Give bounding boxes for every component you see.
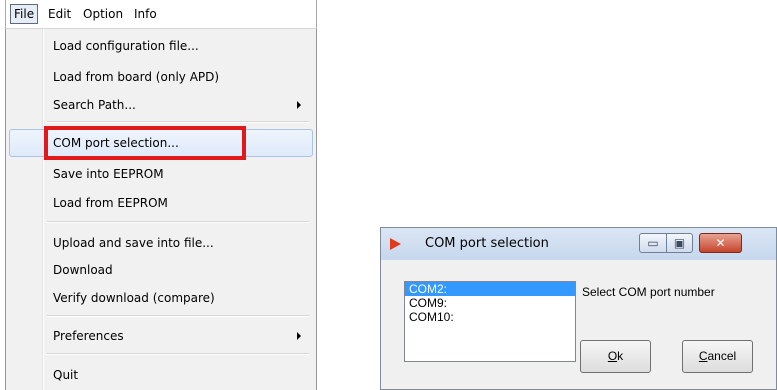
com-port-dialog: COM port selection ▭ ▣ ✕ COM2: COM9: COM… — [380, 227, 777, 390]
menu-item-label: Save into EEPROM — [53, 167, 164, 181]
menu-item-label: Search Path... — [53, 98, 136, 112]
minimize-icon: ▭ — [647, 236, 659, 250]
file-menu-dropdown: Load configuration file... Load from boa… — [5, 29, 317, 390]
close-button[interactable]: ✕ — [699, 233, 742, 253]
menu-separator — [47, 315, 309, 317]
highlight-annotation-box — [44, 126, 246, 160]
menu-item-quit[interactable]: Quit — [9, 361, 313, 389]
menu-item-label: Download — [53, 263, 113, 277]
dialog-title: COM port selection — [425, 236, 549, 251]
menu-item-preferences[interactable]: Preferences — [9, 322, 313, 350]
menu-info[interactable]: Info — [130, 4, 161, 24]
ok-mnemonic: O — [607, 349, 618, 363]
menu-item-label: Load from EEPROM — [53, 196, 168, 210]
menu-item-upload-save[interactable]: Upload and save into file... — [9, 229, 313, 257]
ok-button[interactable]: Ok — [580, 340, 651, 373]
menu-item-download[interactable]: Download — [9, 256, 313, 284]
menu-item-label: Quit — [53, 368, 79, 382]
list-item-com9[interactable]: COM9: — [405, 296, 575, 310]
list-item-com10[interactable]: COM10: — [405, 310, 575, 324]
menu-option[interactable]: Option — [79, 4, 127, 24]
maximize-button[interactable]: ▣ — [666, 233, 693, 253]
menu-item-load-from-board[interactable]: Load from board (only APD) — [9, 63, 313, 91]
select-com-prompt: Select COM port number — [582, 285, 715, 299]
menu-item-load-eeprom[interactable]: Load from EEPROM — [9, 189, 313, 217]
ok-label-rest: k — [617, 349, 624, 363]
menu-item-label: Load configuration file... — [53, 39, 199, 53]
menu-item-search-path[interactable]: Search Path... — [9, 91, 313, 119]
menu-item-label: Verify download (compare) — [53, 291, 215, 305]
minimize-button[interactable]: ▭ — [639, 233, 667, 253]
menu-item-load-config[interactable]: Load configuration file... — [9, 32, 313, 60]
submenu-arrow-icon — [297, 332, 301, 340]
menu-file[interactable]: File — [10, 4, 39, 24]
cancel-button[interactable]: Cancel — [682, 340, 753, 373]
dialog-titlebar[interactable]: COM port selection ▭ ▣ ✕ — [381, 228, 776, 260]
menu-separator — [47, 221, 309, 223]
app-play-icon — [390, 238, 401, 250]
menu-item-label: Upload and save into file... — [53, 236, 214, 250]
menu-separator — [47, 353, 309, 355]
menu-separator — [47, 121, 309, 123]
menu-edit[interactable]: Edit — [44, 4, 75, 24]
list-item-com2[interactable]: COM2: — [405, 282, 575, 296]
maximize-icon: ▣ — [673, 236, 686, 250]
com-port-listbox[interactable]: COM2: COM9: COM10: — [404, 281, 576, 362]
menu-item-label: Load from board (only APD) — [53, 70, 220, 84]
menu-item-label: Preferences — [53, 329, 124, 343]
menu-item-verify-download[interactable]: Verify download (compare) — [9, 284, 313, 312]
menu-item-save-eeprom[interactable]: Save into EEPROM — [9, 160, 313, 188]
submenu-arrow-icon — [297, 101, 301, 109]
menu-bar: File Edit Option Info — [5, 0, 317, 29]
cancel-label-rest: ancel — [707, 349, 737, 363]
close-icon: ✕ — [715, 236, 726, 250]
